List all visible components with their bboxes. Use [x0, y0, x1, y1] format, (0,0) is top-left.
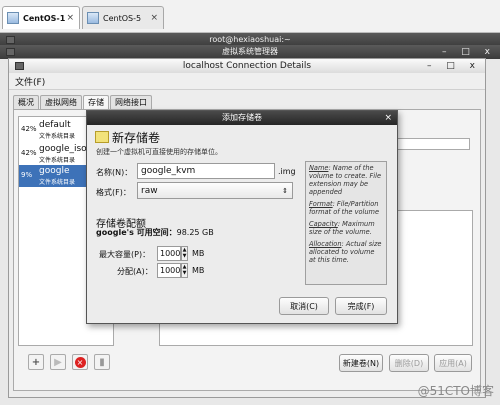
vmm-window-controls[interactable]: – □ x — [442, 45, 496, 59]
new-volume-button[interactable]: 新建卷(N) — [339, 354, 383, 372]
window-title: localhost Connection Details — [182, 61, 312, 71]
vm-icon — [7, 12, 19, 24]
tab-overview[interactable]: 概况 — [13, 95, 39, 110]
pool-name: google_iso — [39, 144, 87, 154]
format-select[interactable]: raw ⇕ — [137, 182, 293, 199]
chevron-updown-icon: ⇕ — [282, 186, 288, 195]
available-space: google's 可用空间：98.25 GB — [96, 227, 214, 238]
vmm-title: 虚拟系统管理器 — [222, 47, 278, 56]
help-name-key: Name — [309, 164, 329, 172]
tab-virtual-networks[interactable]: 虚拟网络 — [40, 95, 82, 110]
play-icon: ▶ — [54, 356, 62, 368]
add-pool-button[interactable]: + — [28, 354, 44, 370]
format-label: 格式(F)： — [96, 188, 131, 197]
available-label: google's 可用空间： — [96, 228, 177, 237]
pool-name: default — [39, 120, 71, 130]
host-tab-centos-1[interactable]: CentOS-1 × — [2, 6, 80, 29]
tab-storage[interactable]: 存储 — [83, 95, 109, 110]
pool-type: 文件系统目录 — [39, 179, 76, 186]
help-panel: Name: Name of the volume to create. File… — [305, 161, 387, 285]
host-tab-bar: CentOS-1 × CentOS-5 × — [0, 0, 500, 33]
help-allocation-key: Allocation — [309, 240, 342, 248]
name-suffix: .img — [278, 167, 296, 176]
watermark: @51CTO博客 — [417, 384, 494, 398]
host-tab-label: CentOS-5 — [103, 13, 142, 23]
available-value: 98.25 GB — [176, 228, 214, 237]
max-capacity-unit: MB — [192, 249, 205, 258]
allocation-field[interactable]: 10000 — [157, 263, 185, 278]
start-pool-button[interactable]: ▶ — [50, 354, 66, 370]
window-icon — [15, 62, 24, 70]
max-capacity-label: 最大容量(P)： — [99, 250, 151, 259]
name-label: 名称(N)： — [96, 168, 133, 177]
allocation-stepper[interactable]: ▲ ▼ — [181, 263, 188, 278]
pool-name: google — [39, 166, 70, 176]
close-icon[interactable]: × — [66, 13, 74, 23]
tab-network-interfaces[interactable]: 网络接口 — [110, 95, 152, 110]
window-title-bar: localhost Connection Details – □ x — [9, 59, 485, 74]
pool-type: 文件系统目录 — [39, 157, 76, 164]
dialog-heading: 新存储卷 — [112, 131, 161, 145]
menu-file[interactable]: 文件(F) — [15, 75, 45, 88]
window-controls[interactable]: – □ x — [427, 59, 481, 73]
name-field[interactable]: google_kvm — [137, 163, 275, 179]
help-format-key: Format — [309, 200, 333, 208]
dialog-title-bar: 添加存储卷 × — [87, 111, 397, 125]
terminal-icon — [6, 36, 15, 44]
host-tab-centos-5[interactable]: CentOS-5 × — [82, 6, 164, 29]
vmm-icon — [6, 48, 15, 56]
pool-usage: 42% — [21, 149, 37, 157]
apply-button[interactable]: 应用(A) — [434, 354, 472, 372]
max-capacity-field[interactable]: 10000 — [157, 246, 185, 261]
delete-volume-button[interactable]: 删除(D) — [389, 354, 429, 372]
finish-button[interactable]: 完成(F) — [335, 297, 387, 315]
stop-icon: × — [74, 356, 86, 368]
add-storage-volume-dialog: 添加存储卷 × 新存储卷 创建一个虚拟机可直接使用的存储单位。 名称(N)： g… — [86, 110, 398, 324]
terminal-title: root@hexiaoshuai:~ — [209, 35, 291, 44]
plus-icon: + — [31, 356, 41, 368]
allocation-unit: MB — [192, 266, 205, 275]
dialog-title: 添加存储卷 — [222, 113, 262, 122]
vmm-title-bar: 虚拟系统管理器 – □ x — [0, 45, 500, 59]
details-tabs: 概况 虚拟网络 存储 网络接口 — [13, 95, 153, 110]
dialog-subheading: 创建一个虚拟机可直接使用的存储单位。 — [96, 148, 222, 156]
help-capacity-key: Capacity — [309, 220, 338, 228]
max-capacity-stepper[interactable]: ▲ ▼ — [181, 246, 188, 261]
pool-usage: 42% — [21, 125, 37, 133]
storage-volume-icon — [95, 131, 109, 143]
host-tab-label: CentOS-1 — [23, 13, 66, 23]
delete-pool-button[interactable]: ▮ — [94, 354, 110, 370]
close-icon[interactable]: × — [384, 111, 392, 125]
allocation-label: 分配(A)： — [117, 267, 153, 276]
cancel-button[interactable]: 取消(C) — [279, 297, 329, 315]
menu-bar: 文件(F) — [9, 73, 485, 90]
vm-icon — [87, 12, 99, 24]
close-icon[interactable]: × — [150, 13, 158, 23]
pool-usage: 9% — [21, 171, 33, 179]
pool-type: 文件系统目录 — [39, 133, 76, 140]
trash-icon: ▮ — [99, 356, 105, 368]
stop-pool-button[interactable]: × — [72, 354, 88, 370]
format-value: raw — [141, 185, 158, 196]
